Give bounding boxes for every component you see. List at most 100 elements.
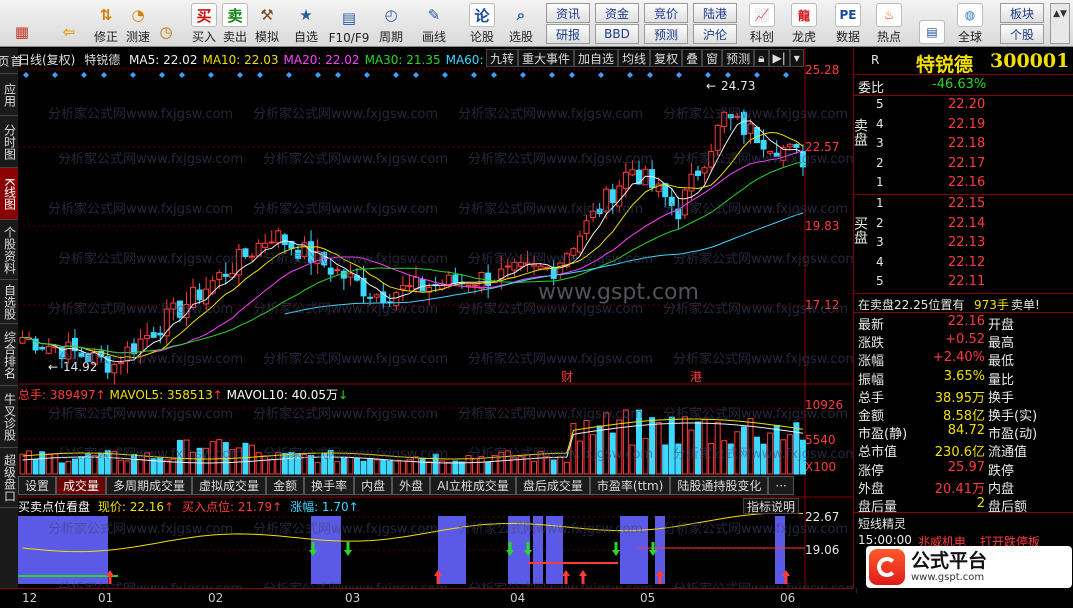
event-marker-finance[interactable]: 财: [561, 370, 573, 384]
event-diamond-icon[interactable]: [81, 72, 87, 78]
sell-price[interactable]: 22.17: [948, 156, 985, 171]
event-diamond-icon[interactable]: [52, 72, 58, 78]
volume-tab[interactable]: 陆股通持股变化: [670, 476, 769, 495]
event-diamond-icon[interactable]: [705, 72, 711, 78]
quick-button[interactable]: 研报: [546, 24, 590, 44]
event-diamond-icon[interactable]: [413, 72, 419, 78]
buy-price[interactable]: 22.13: [948, 235, 985, 250]
chevron-down-icon[interactable]: ▾: [789, 49, 804, 67]
kline-tool-button[interactable]: 均线: [618, 49, 651, 67]
event-diamond-icon[interactable]: [627, 72, 633, 78]
arrow-end-icon[interactable]: ▶|: [768, 49, 790, 67]
switch-button[interactable]: 个股: [1000, 24, 1044, 44]
sell-button[interactable]: 卖卖出: [219, 2, 251, 45]
globe-button[interactable]: ◍ 全球: [952, 2, 988, 45]
event-diamond-icon[interactable]: [471, 72, 477, 78]
kline-tool-button[interactable]: 重大事件: [518, 49, 575, 67]
cycle-button[interactable]: ◴ 周期: [375, 2, 407, 45]
volume-tab[interactable]: AI立桩成交量: [430, 476, 516, 495]
event-diamond-icon[interactable]: [208, 72, 214, 78]
event-diamond-icon[interactable]: [335, 72, 341, 78]
back-arrow-button[interactable]: ⇦: [53, 2, 85, 45]
buy-price[interactable]: 22.12: [948, 255, 985, 270]
kline-tool-button[interactable]: 预测: [722, 49, 755, 67]
short-elf-title[interactable]: 短线精灵: [854, 513, 1073, 532]
kline-tool-button[interactable]: 加自选: [574, 49, 619, 67]
event-diamond-icon[interactable]: [257, 72, 263, 78]
volume-tab[interactable]: 设置: [18, 476, 57, 495]
event-diamond-icon[interactable]: [364, 72, 370, 78]
nav-item[interactable]: 综合排名: [0, 324, 18, 386]
buy-price[interactable]: 22.11: [948, 274, 985, 289]
event-diamond-icon[interactable]: [676, 72, 682, 78]
event-diamond-icon[interactable]: [23, 72, 29, 78]
volume-tab[interactable]: 市盈率(ttm): [589, 476, 671, 495]
event-diamond-icon[interactable]: [101, 72, 107, 78]
science-chart-button[interactable]: 📈 科创: [744, 2, 780, 45]
volume-tab[interactable]: 金额: [266, 476, 305, 495]
kline-tool-button[interactable]: 叠: [682, 49, 703, 67]
clock-button[interactable]: ◷: [150, 2, 182, 45]
kline-tool-button[interactable]: 九转: [486, 49, 519, 67]
nav-item[interactable]: 首页: [0, 48, 23, 74]
event-diamond-icon[interactable]: [179, 72, 185, 78]
event-diamond-icon[interactable]: [783, 72, 789, 78]
event-diamond-icon[interactable]: [442, 72, 448, 78]
volume-tab[interactable]: 外盘: [392, 476, 431, 495]
event-diamond-icon[interactable]: [549, 72, 555, 78]
up-down-button[interactable]: ⇅ 修正: [90, 2, 122, 45]
event-diamond-icon[interactable]: [520, 72, 526, 78]
event-diamond-icon[interactable]: [393, 72, 399, 78]
event-diamond-icon[interactable]: [315, 72, 321, 78]
switch-button[interactable]: 板块: [1000, 3, 1044, 23]
nav-item[interactable]: 分时图: [0, 116, 18, 168]
event-diamond-icon[interactable]: [491, 72, 497, 78]
fire-button[interactable]: ♨ 热点: [871, 2, 907, 45]
quick-button[interactable]: BBD: [595, 24, 639, 44]
document-button[interactable]: ▤: [914, 2, 950, 45]
dragon-button[interactable]: 龍龙虎: [786, 2, 822, 45]
event-diamond-icon[interactable]: [130, 72, 136, 78]
volume-tab[interactable]: 内盘: [354, 476, 393, 495]
volume-tab[interactable]: 多周期成交量: [106, 476, 193, 495]
big-order-note[interactable]: 在卖盘22.25位置有 973手 卖单!: [854, 294, 1073, 313]
nav-item[interactable]: 自选股: [0, 280, 18, 324]
lock-icon[interactable]: 🔒︎: [754, 49, 769, 67]
hammer-button[interactable]: ⚒ 模拟: [251, 2, 283, 45]
volume-tab[interactable]: 换手率: [304, 476, 355, 495]
quick-button[interactable]: 沪伦: [693, 24, 737, 44]
buy-price[interactable]: 22.15: [948, 196, 985, 211]
indicator-help-button[interactable]: 指标说明: [743, 498, 800, 514]
quick-button[interactable]: 资讯: [546, 3, 590, 23]
quick-button[interactable]: 资金: [595, 3, 639, 23]
f10-button[interactable]: ▤ F10/F9: [329, 2, 370, 45]
volume-tab[interactable]: 虚拟成交量: [192, 476, 267, 495]
discuss-button[interactable]: 论论股: [466, 2, 498, 45]
event-diamond-icon[interactable]: [647, 72, 653, 78]
nav-item[interactable]: 牛叉诊股: [0, 386, 18, 448]
kline-tool-button[interactable]: 复权: [650, 49, 683, 67]
nav-item[interactable]: 应用: [0, 74, 18, 116]
quick-button[interactable]: 竞价: [644, 3, 688, 23]
quick-button[interactable]: 陆港: [693, 3, 737, 23]
grid-button[interactable]: ▦: [6, 2, 38, 45]
buy-price[interactable]: 22.14: [948, 216, 985, 231]
volume-tab[interactable]: 成交量: [56, 476, 107, 495]
pe-data-button[interactable]: PE 数据: [830, 2, 866, 45]
sell-price[interactable]: 22.19: [948, 117, 985, 132]
sell-price[interactable]: 22.18: [948, 136, 985, 151]
pencil-button[interactable]: ✎ 画线: [418, 2, 450, 45]
nav-item[interactable]: 超级盘口: [0, 448, 18, 508]
event-diamond-icon[interactable]: [754, 72, 760, 78]
event-diamond-icon[interactable]: [237, 72, 243, 78]
nav-item[interactable]: K线图: [0, 168, 18, 220]
event-marker-hk[interactable]: 港: [690, 370, 702, 384]
sell-price[interactable]: 22.16: [948, 175, 985, 190]
event-diamond-icon[interactable]: [725, 72, 731, 78]
toolbar-scroll-arrows[interactable]: ▲▼: [1050, 3, 1070, 44]
kline-tool-button[interactable]: 窗: [702, 49, 723, 67]
folder-star-button[interactable]: ★ 自选: [290, 2, 322, 45]
magnifier-chart-button[interactable]: ⌕ 选股: [505, 2, 537, 45]
nav-item[interactable]: 个股资料: [0, 220, 18, 280]
volume-tab[interactable]: 盘后成交量: [515, 476, 590, 495]
